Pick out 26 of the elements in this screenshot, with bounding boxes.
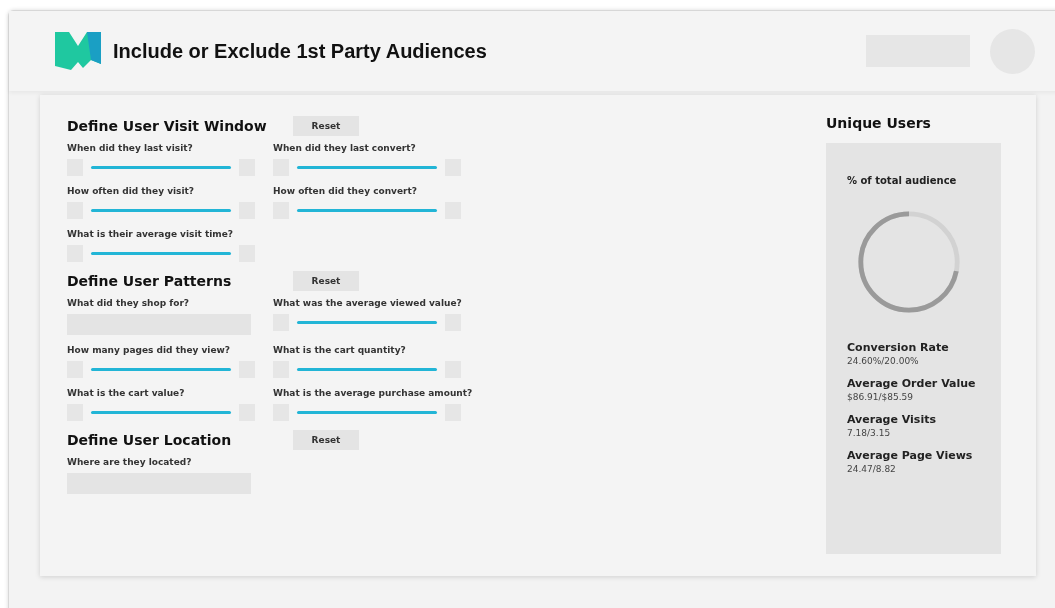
- gauge-label: % of total audience: [847, 175, 958, 186]
- field-label: What is the average purchase amount?: [273, 388, 473, 398]
- field-label: What was the average viewed value?: [273, 298, 463, 308]
- field-label: When did they last convert?: [273, 143, 417, 153]
- stat-label: Average Visits: [847, 413, 937, 426]
- section-title: Define User Visit Window: [67, 118, 268, 134]
- stat-value: 7.18/3.15: [847, 428, 892, 438]
- stat-value: $86.91/$85.59: [847, 392, 914, 402]
- stat-label: Conversion Rate: [847, 341, 950, 354]
- field-label: What is the cart value?: [67, 388, 186, 398]
- stat-value: 24.60%/20.00%: [847, 356, 920, 366]
- page-title: Include or Exclude 1st Party Audiences: [113, 39, 487, 63]
- panel-title: Unique Users: [826, 115, 932, 133]
- section-title: Define User Location: [67, 432, 233, 448]
- field-label: What is their average visit time?: [67, 229, 235, 239]
- stat-label: Average Page Views: [847, 449, 974, 462]
- field-label: How often did they convert?: [273, 186, 418, 196]
- field-label: How many pages did they view?: [67, 345, 232, 355]
- field-label: What did they shop for?: [67, 298, 191, 308]
- field-label: What is the cart quantity?: [273, 345, 407, 355]
- stat-value: 24.47/8.82: [847, 464, 897, 474]
- section-title: Define User Patterns: [67, 273, 233, 289]
- field-label: How often did they visit?: [67, 186, 196, 196]
- field-label: When did they last visit?: [67, 143, 194, 153]
- stat-label: Average Order Value: [847, 377, 977, 390]
- field-label: Where are they located?: [67, 457, 193, 467]
